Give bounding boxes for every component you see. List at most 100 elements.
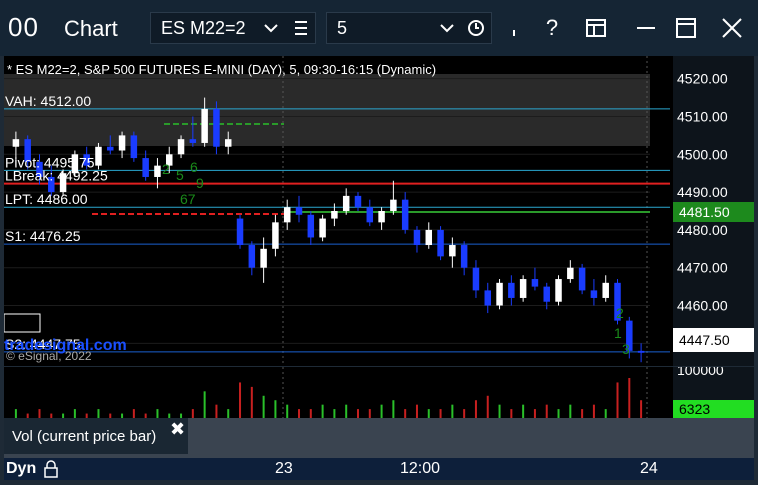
candle-body [378, 211, 385, 223]
price-tick-label: 4470.00 [677, 260, 728, 276]
candle-body [177, 139, 185, 155]
volume-bar [415, 404, 418, 418]
volume-bar [545, 404, 548, 418]
volume-bar [274, 400, 277, 418]
layout-icon[interactable] [580, 12, 612, 44]
volume-bar [368, 409, 371, 418]
volume-bar [463, 409, 466, 418]
volume-tag-text: 6323 [679, 401, 710, 417]
chevron-down-icon[interactable] [439, 13, 455, 52]
minimize-icon[interactable] [630, 12, 662, 44]
volume-bar [250, 386, 253, 418]
price-chart[interactable]: 2 5 6 9 67 2 1 3 * ES M22=2, S&P 500 FUT… [4, 56, 673, 366]
time-tick: 24 [640, 460, 658, 477]
candle-body [331, 211, 338, 219]
sequence-marker: 9 [196, 175, 204, 191]
volume-bar [392, 400, 395, 418]
title-bar: 00 Chart ES M22=2 5 ? [0, 0, 758, 56]
volume-bar [569, 404, 572, 418]
sequence-marker: 2 [162, 161, 170, 177]
candle-body [637, 350, 645, 353]
sequence-marker: 6 [190, 159, 198, 175]
candle-body [578, 267, 586, 291]
symbol-value: ES M22=2 [161, 18, 246, 38]
lock-icon[interactable] [42, 460, 60, 485]
volume-bar [191, 409, 194, 418]
sequence-marker: 3 [622, 341, 630, 357]
volume-bar [498, 404, 501, 418]
p-marker-box [4, 313, 41, 333]
volume-bar [533, 409, 536, 418]
price-tick-label: 4510.00 [677, 108, 728, 124]
volume-bar [262, 395, 265, 418]
interval-combo[interactable]: 5 [326, 12, 492, 44]
volume-bar [522, 404, 525, 418]
volume-bar [380, 404, 383, 418]
close-icon[interactable]: ✖ [170, 418, 185, 440]
maximize-icon[interactable] [670, 12, 702, 44]
candle-body [413, 229, 421, 246]
candle-body [272, 222, 279, 249]
volume-bar [227, 409, 230, 418]
symbol-combo[interactable]: ES M22=2 [150, 12, 316, 44]
volume-indicator-tab[interactable]: Vol (current price bar) ✖ [4, 418, 188, 454]
volume-bar [640, 400, 643, 418]
value-area-band [4, 74, 650, 146]
volume-bar [73, 409, 76, 418]
volume-bar [38, 409, 41, 418]
price-tick-label: 4460.00 [677, 298, 728, 314]
candle-body [555, 279, 562, 302]
volume-bar [309, 409, 312, 418]
candle-body [12, 139, 20, 147]
candle-body [213, 108, 220, 147]
volume-bar [474, 400, 477, 418]
volume-bar [356, 409, 359, 418]
price-tick-label: 4480.00 [677, 222, 728, 238]
volume-bar [298, 409, 301, 418]
candle-body [295, 207, 303, 215]
sequence-marker: 67 [180, 191, 196, 207]
volume-bar [581, 409, 584, 418]
candle-body [519, 279, 527, 298]
volume-bar [628, 378, 631, 418]
volume-bar [592, 404, 595, 418]
candle-body [354, 195, 362, 208]
candle-body [401, 199, 409, 230]
candle-body [425, 229, 433, 246]
candle-body [283, 207, 291, 223]
candle-body [95, 146, 102, 166]
cursor-tool-icon[interactable] [498, 12, 530, 44]
volume-chart[interactable] [4, 367, 673, 418]
sequence-marker: 5 [176, 167, 184, 183]
menu-icon[interactable] [293, 13, 309, 52]
s1-price-tag-text: 4481.50 [679, 204, 730, 220]
volume-bar [439, 409, 442, 418]
candle-body [390, 199, 397, 211]
volume-axis-tick: 100000 [677, 367, 724, 378]
candle-body [508, 282, 515, 298]
candle-body [449, 245, 456, 257]
volume-bar [286, 404, 289, 418]
time-tick: 12:00 [400, 460, 441, 477]
close-icon[interactable] [716, 12, 748, 44]
price-axis[interactable]: 4520.00 4510.00 4500.00 4490.00 4480.00 4470.… [673, 56, 754, 366]
volume-bar [616, 382, 619, 418]
volume-bar [604, 409, 607, 418]
volume-bar [486, 395, 489, 418]
volume-bar [451, 404, 454, 418]
help-icon[interactable]: ? [536, 12, 568, 44]
volume-bar [404, 409, 407, 418]
current-price-text: 4447.50 [679, 332, 730, 348]
chart-header: * ES M22=2, S&P 500 FUTURES E-MINI (DAY)… [7, 62, 436, 77]
price-tick-label: 4490.00 [677, 184, 728, 200]
esignal-copyright: © eSignal, 2022 [6, 349, 92, 363]
time-tick: 23 [275, 460, 293, 477]
volume-bar [132, 409, 135, 418]
status-mode[interactable]: Dyn [6, 458, 36, 480]
volume-indicator-label: Vol (current price bar) [12, 428, 157, 445]
volume-bar [345, 404, 348, 418]
clock-icon[interactable] [467, 13, 485, 52]
volume-bar [321, 404, 324, 418]
volume-bar [203, 391, 206, 418]
chevron-down-icon[interactable] [263, 13, 279, 52]
